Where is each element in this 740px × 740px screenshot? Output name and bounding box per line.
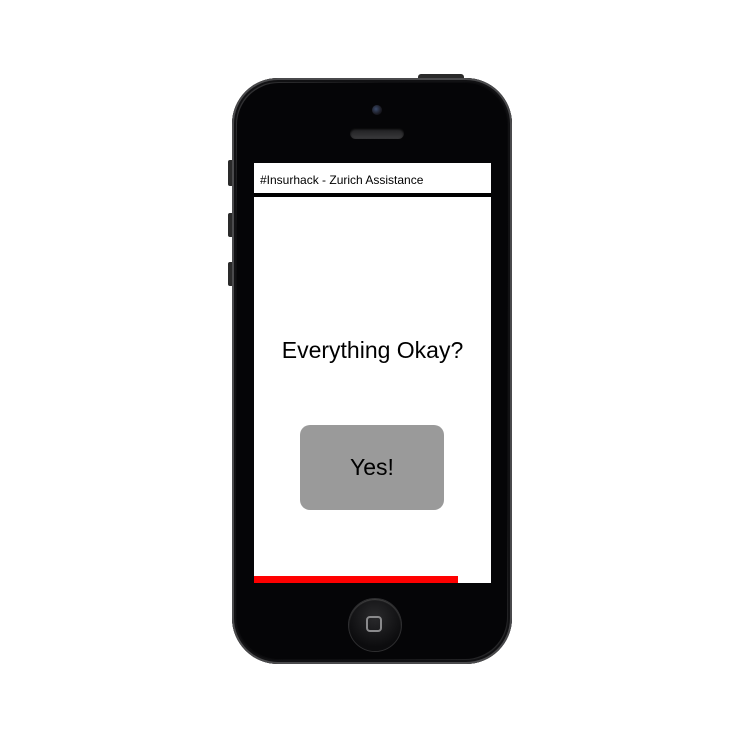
app-title: #Insurhack - Zurich Assistance (260, 173, 424, 187)
status-question: Everything Okay? (281, 337, 464, 363)
home-square-icon (366, 616, 382, 632)
home-button[interactable] (349, 599, 401, 651)
app-screen: #Insurhack - Zurich Assistance Everythin… (254, 163, 491, 583)
countdown-progress-fill (254, 576, 458, 583)
yes-button[interactable]: Yes! (300, 425, 444, 510)
countdown-progress-bar (254, 576, 491, 583)
earpiece-speaker (350, 128, 404, 139)
title-bar: #Insurhack - Zurich Assistance (254, 163, 491, 197)
front-camera (372, 105, 382, 115)
stage: #Insurhack - Zurich Assistance Everythin… (0, 0, 740, 740)
